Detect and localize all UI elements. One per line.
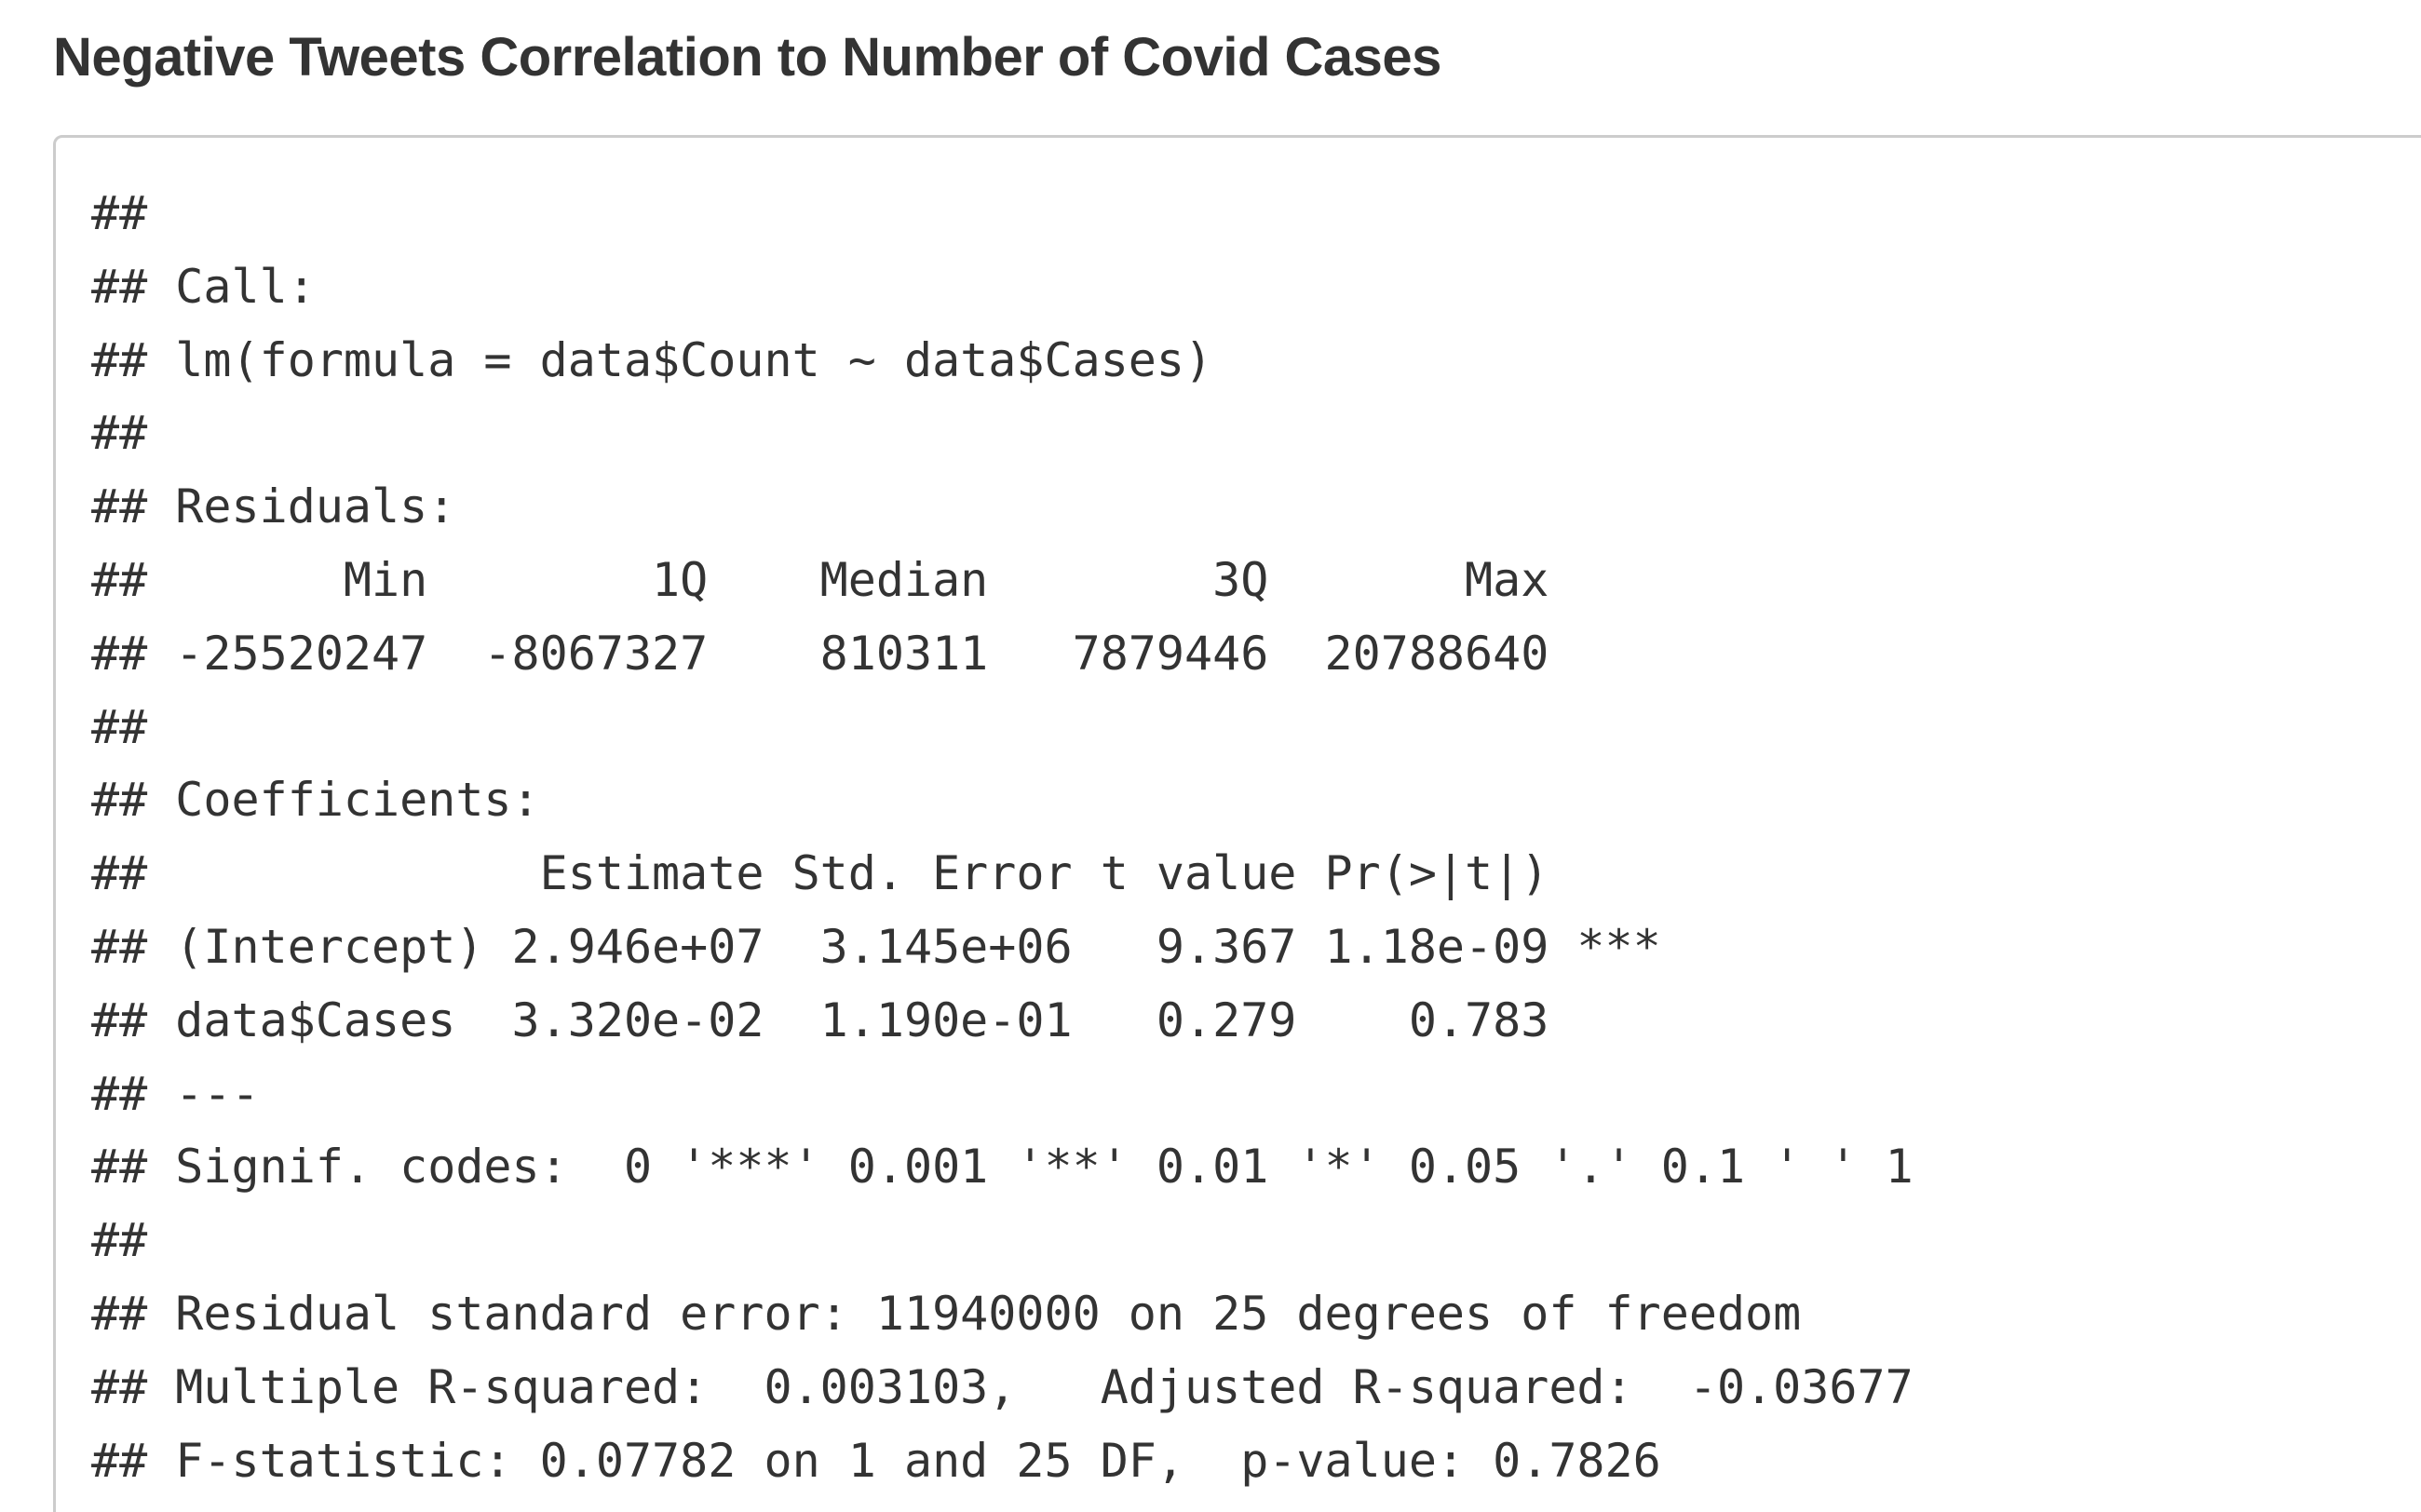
output-line: ## bbox=[91, 699, 148, 754]
page: Negative Tweets Correlation to Number of… bbox=[0, 0, 2421, 1512]
output-line: ## Multiple R-squared: 0.003103, Adjuste… bbox=[91, 1359, 1914, 1414]
output-line: ## bbox=[91, 1213, 148, 1268]
output-line: ## Min 1Q Median 3Q Max bbox=[91, 552, 1549, 607]
output-line: ## bbox=[91, 406, 148, 461]
output-line: ## -25520247 -8067327 810311 7879446 207… bbox=[91, 626, 1549, 681]
output-line: ## data$Cases 3.320e-02 1.190e-01 0.279 … bbox=[91, 992, 1549, 1047]
regression-output: ## ## Call: ## lm(formula = data$Count ~ d… bbox=[91, 177, 1914, 1497]
output-line: ## Call: bbox=[91, 259, 316, 314]
output-line: ## lm(formula = data$Count ~ data$Cases) bbox=[91, 332, 1213, 387]
output-line: ## Estimate Std. Error t value Pr(>|t|) bbox=[91, 846, 1549, 901]
output-line: ## Residual standard error: 11940000 on … bbox=[91, 1286, 1802, 1341]
section-title: Negative Tweets Correlation to Number of… bbox=[53, 27, 1441, 88]
output-line: ## Signif. codes: 0 '***' 0.001 '**' 0.0… bbox=[91, 1140, 1914, 1195]
output-line: ## F-statistic: 0.07782 on 1 and 25 DF, … bbox=[91, 1433, 1661, 1488]
output-line: ## --- bbox=[91, 1066, 260, 1121]
output-line: ## bbox=[91, 186, 148, 240]
output-line: ## Coefficients: bbox=[91, 773, 540, 828]
output-line: ## Residuals: bbox=[91, 479, 456, 534]
output-line: ## (Intercept) 2.946e+07 3.145e+06 9.367… bbox=[91, 919, 1661, 974]
